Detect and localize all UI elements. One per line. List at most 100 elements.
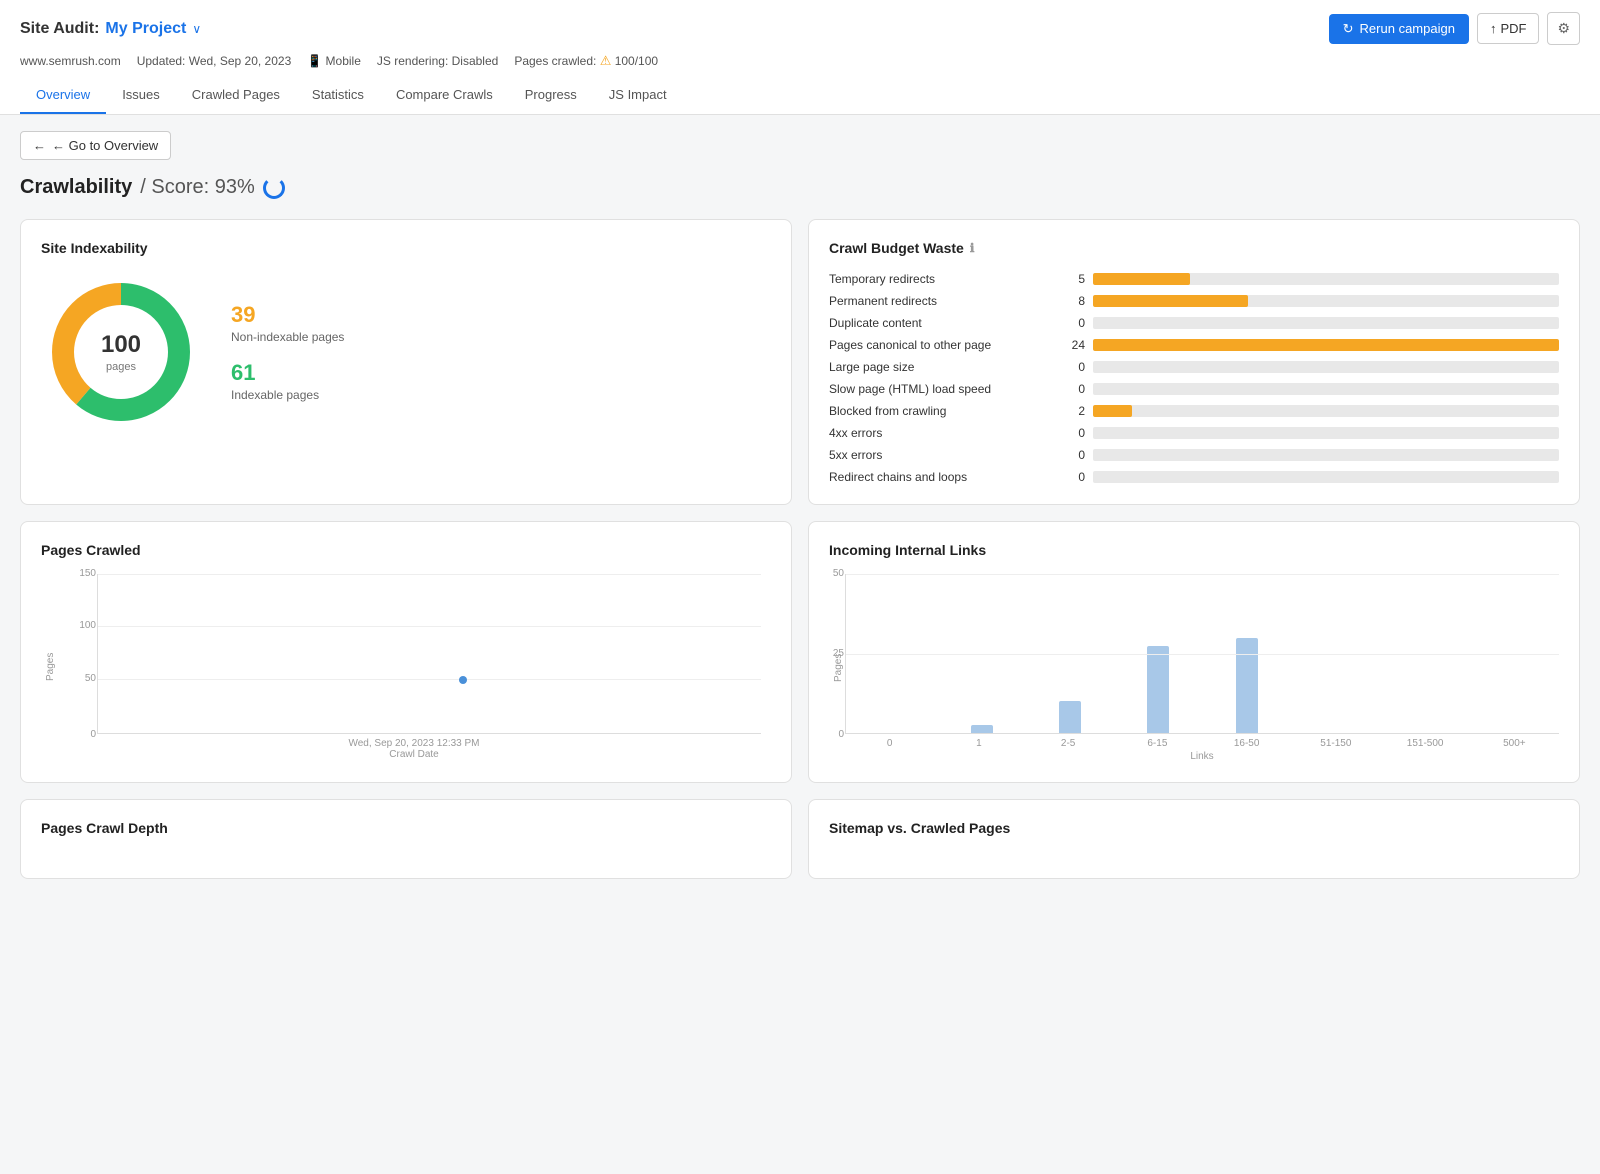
crawl-row-name: Pages canonical to other page bbox=[829, 338, 1049, 352]
crawl-row-name: 4xx errors bbox=[829, 426, 1049, 440]
back-button-label: ← Go to Overview bbox=[52, 138, 158, 153]
page-title: Crawlability / Score: 93% bbox=[20, 176, 1580, 199]
pdf-button[interactable]: ↑ PDF bbox=[1477, 13, 1540, 44]
non-indexable-stat: 39 Non-indexable pages bbox=[231, 302, 344, 344]
top-bar-header: Site Audit: My Project ∨ ↻ Rerun campaig… bbox=[20, 12, 1580, 45]
indexability-content: 100 pages 39 Non-indexable pages 61 Inde… bbox=[41, 272, 771, 432]
pages-crawl-depth-card: Pages Crawl Depth bbox=[20, 799, 792, 879]
crawl-budget-row: Duplicate content 0 bbox=[829, 316, 1559, 330]
top-bar: Site Audit: My Project ∨ ↻ Rerun campaig… bbox=[0, 0, 1600, 115]
rerun-button[interactable]: ↻ Rerun campaign bbox=[1329, 14, 1469, 44]
site-indexability-card: Site Indexability 100 pages bbox=[20, 219, 792, 505]
crawl-x-axis-label: Crawl Date bbox=[57, 749, 771, 760]
donut-chart: 100 pages bbox=[41, 272, 201, 432]
crawl-row-count: 8 bbox=[1057, 294, 1085, 308]
crawl-row-count: 0 bbox=[1057, 470, 1085, 484]
chevron-down-icon[interactable]: ∨ bbox=[192, 22, 201, 36]
pages-crawl-depth-title: Pages Crawl Depth bbox=[41, 820, 771, 836]
indexable-stat: 61 Indexable pages bbox=[231, 360, 344, 402]
crawl-row-count: 0 bbox=[1057, 426, 1085, 440]
crawl-budget-title: Crawl Budget Waste ℹ bbox=[829, 240, 1559, 256]
incoming-links-chart-area: 50 25 0 bbox=[845, 574, 1559, 734]
settings-button[interactable]: ⚙ bbox=[1547, 12, 1580, 45]
crawl-bar-fill bbox=[1093, 405, 1132, 417]
refresh-icon[interactable] bbox=[263, 177, 285, 199]
crawl-row-count: 0 bbox=[1057, 448, 1085, 462]
crawl-budget-row: Pages canonical to other page 24 bbox=[829, 338, 1559, 352]
project-name[interactable]: My Project bbox=[105, 20, 186, 38]
tab-compare-crawls[interactable]: Compare Crawls bbox=[380, 77, 509, 114]
tab-crawled-pages[interactable]: Crawled Pages bbox=[176, 77, 296, 114]
crawl-row-count: 0 bbox=[1057, 316, 1085, 330]
crawl-row-count: 24 bbox=[1057, 338, 1085, 352]
crawl-bar-container bbox=[1093, 471, 1559, 483]
crawl-bar-container bbox=[1093, 361, 1559, 373]
crawl-budget-row: Slow page (HTML) load speed 0 bbox=[829, 382, 1559, 396]
donut-center: 100 pages bbox=[101, 331, 141, 373]
updated-date: Updated: Wed, Sep 20, 2023 bbox=[137, 54, 292, 68]
crawl-bar-fill bbox=[1093, 295, 1248, 307]
bar-x-labels: 0 1 2-5 6-15 16-50 51-150 151-500 500+ bbox=[845, 738, 1559, 749]
rerun-icon: ↻ bbox=[1343, 21, 1354, 37]
crawl-row-count: 2 bbox=[1057, 404, 1085, 418]
crawl-bar-container bbox=[1093, 405, 1559, 417]
crawl-budget-rows: Temporary redirects 5 Permanent redirect… bbox=[829, 272, 1559, 484]
crawl-bar-container bbox=[1093, 383, 1559, 395]
tab-statistics[interactable]: Statistics bbox=[296, 77, 380, 114]
second-cards-row: Pages Crawled Pages 150 100 bbox=[20, 521, 1580, 783]
crawl-row-name: Blocked from crawling bbox=[829, 404, 1049, 418]
crawl-row-name: Large page size bbox=[829, 360, 1049, 374]
crawl-bar-container bbox=[1093, 295, 1559, 307]
crawl-bar-container bbox=[1093, 427, 1559, 439]
tab-issues[interactable]: Issues bbox=[106, 77, 176, 114]
gear-icon: ⚙ bbox=[1557, 20, 1570, 36]
donut-total: 100 bbox=[101, 331, 141, 359]
meta-row: www.semrush.com Updated: Wed, Sep 20, 20… bbox=[20, 53, 1580, 77]
crawl-budget-row: 4xx errors 0 bbox=[829, 426, 1559, 440]
js-rendering: JS rendering: Disabled bbox=[377, 54, 498, 68]
crawl-row-count: 0 bbox=[1057, 360, 1085, 374]
mobile-icon: 📱 bbox=[307, 54, 322, 68]
crawl-budget-row: Permanent redirects 8 bbox=[829, 294, 1559, 308]
crawl-row-name: 5xx errors bbox=[829, 448, 1049, 462]
non-indexable-label: Non-indexable pages bbox=[231, 330, 344, 344]
crawl-bar-container bbox=[1093, 449, 1559, 461]
upload-icon: ↑ bbox=[1490, 21, 1497, 36]
crawl-row-name: Permanent redirects bbox=[829, 294, 1049, 308]
pages-crawled: Pages crawled: ⚠ 100/100 bbox=[514, 53, 658, 69]
indexability-stats: 39 Non-indexable pages 61 Indexable page… bbox=[231, 302, 344, 402]
main-content: ← ← Go to Overview Crawlability / Score:… bbox=[0, 115, 1600, 895]
back-to-overview-button[interactable]: ← ← Go to Overview bbox=[20, 131, 171, 160]
crawl-budget-row: Blocked from crawling 2 bbox=[829, 404, 1559, 418]
site-url: www.semrush.com bbox=[20, 54, 121, 68]
crawl-bar-container bbox=[1093, 273, 1559, 285]
indexable-count: 61 bbox=[231, 360, 344, 386]
crawl-date-label: Wed, Sep 20, 2023 12:33 PM bbox=[57, 738, 771, 749]
site-audit-label: Site Audit: bbox=[20, 20, 99, 38]
crawl-budget-row: 5xx errors 0 bbox=[829, 448, 1559, 462]
crawl-row-name: Duplicate content bbox=[829, 316, 1049, 330]
crawl-data-point bbox=[459, 676, 467, 684]
sitemap-vs-crawled-title: Sitemap vs. Crawled Pages bbox=[829, 820, 1559, 836]
crawl-row-name: Slow page (HTML) load speed bbox=[829, 382, 1049, 396]
tab-progress[interactable]: Progress bbox=[509, 77, 593, 114]
incoming-links-chart: Pages 50 25 0 bbox=[829, 574, 1559, 762]
top-actions: ↻ Rerun campaign ↑ PDF ⚙ bbox=[1329, 12, 1580, 45]
crawl-budget-row: Redirect chains and loops 0 bbox=[829, 470, 1559, 484]
crawl-row-name: Redirect chains and loops bbox=[829, 470, 1049, 484]
info-icon[interactable]: ℹ bbox=[970, 241, 975, 255]
crawl-budget-row: Large page size 0 bbox=[829, 360, 1559, 374]
title-area: Site Audit: My Project ∨ bbox=[20, 20, 201, 38]
crawl-bar-fill bbox=[1093, 273, 1190, 285]
tab-overview[interactable]: Overview bbox=[20, 77, 106, 114]
tab-js-impact[interactable]: JS Impact bbox=[593, 77, 683, 114]
pdf-label: PDF bbox=[1500, 21, 1526, 36]
donut-label: pages bbox=[101, 361, 141, 373]
warning-icon: ⚠ bbox=[600, 53, 612, 68]
bottom-cards-row: Pages Crawl Depth Sitemap vs. Crawled Pa… bbox=[20, 799, 1580, 879]
back-arrow-icon: ← bbox=[33, 138, 46, 153]
non-indexable-count: 39 bbox=[231, 302, 344, 328]
score-label: / Score: 93% bbox=[140, 176, 255, 198]
nav-tabs: Overview Issues Crawled Pages Statistics… bbox=[20, 77, 1580, 114]
indexable-label: Indexable pages bbox=[231, 388, 344, 402]
